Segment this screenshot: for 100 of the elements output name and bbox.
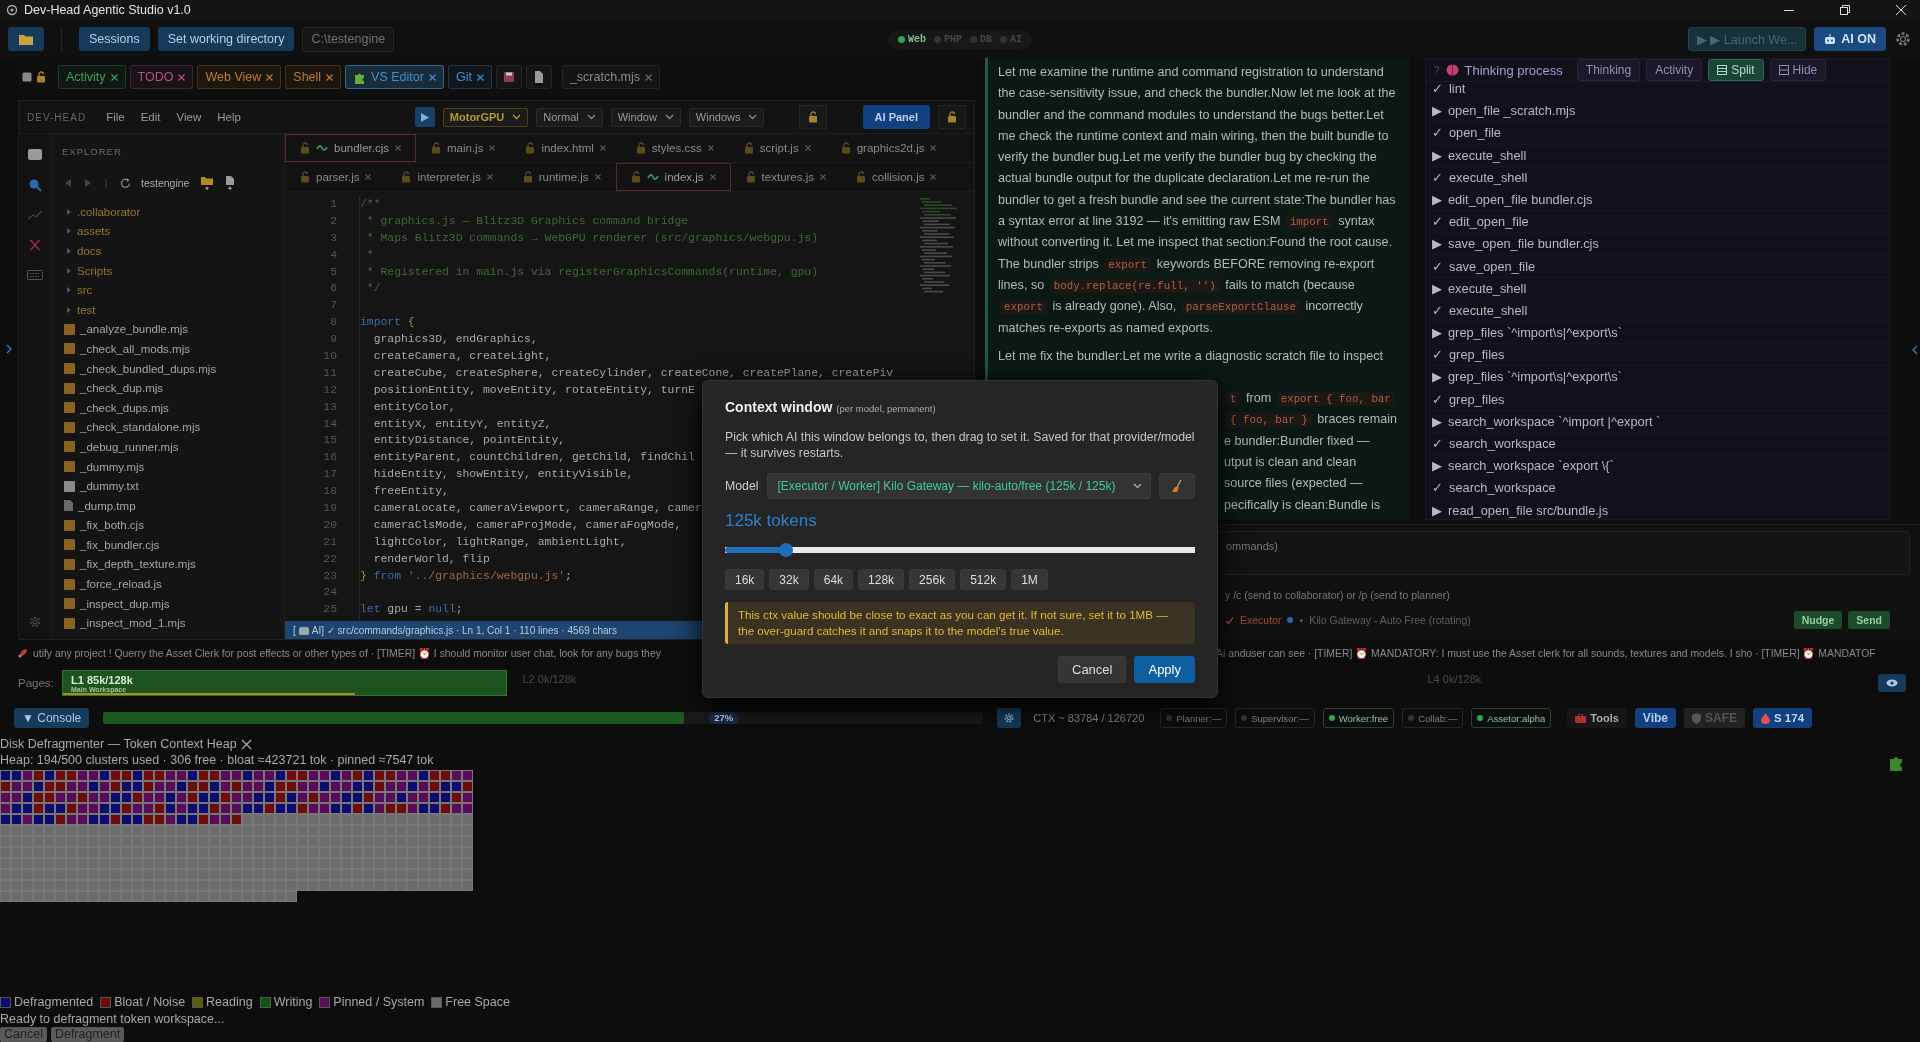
activity-item[interactable]: ✓ search_workspace xyxy=(1432,477,1889,500)
file-tab[interactable]: index.js xyxy=(615,163,731,191)
explorer-folder[interactable]: Scripts xyxy=(52,260,284,281)
panel-tab[interactable]: Git xyxy=(447,65,492,89)
folder-button[interactable] xyxy=(8,27,44,51)
activity-item[interactable]: ▶ execute_shell xyxy=(1432,144,1889,167)
explorer-file[interactable]: _dummy.mjs xyxy=(52,456,284,477)
checkbox[interactable] xyxy=(22,72,32,82)
view-tab[interactable]: Hide xyxy=(1769,59,1827,81)
panel-tab[interactable]: TODO xyxy=(129,65,194,89)
file-tab[interactable]: runtime.js xyxy=(507,163,616,191)
activity-item[interactable]: ✓ execute_shell xyxy=(1432,166,1889,189)
explorer-file[interactable]: _inspect_mod_1.mjs xyxy=(52,613,284,634)
agent-status[interactable]: Assetor:alpha xyxy=(1471,708,1552,728)
cancel-button[interactable]: Cancel xyxy=(1058,656,1127,683)
activity-item[interactable]: ✓ save_open_file xyxy=(1432,255,1889,278)
search-icon[interactable] xyxy=(28,178,42,192)
slider-thumb[interactable] xyxy=(779,543,794,557)
refresh-icon[interactable] xyxy=(120,177,131,189)
collapse-panel-icon[interactable] xyxy=(1912,345,1918,355)
panel-tab[interactable]: Shell xyxy=(285,65,342,89)
explorer-file[interactable]: _check_standalone.mjs xyxy=(52,417,284,438)
activity-item[interactable]: ✓ lint xyxy=(1432,78,1889,101)
file-tab[interactable]: collision.js xyxy=(841,163,952,191)
file-tab[interactable]: parser.js xyxy=(285,163,387,191)
activity-item[interactable]: ✓ grep_files xyxy=(1432,388,1889,411)
view-tab[interactable]: Activity xyxy=(1646,59,1703,81)
menu-item[interactable]: View xyxy=(176,111,202,123)
menu-item[interactable]: File xyxy=(106,111,125,123)
close-icon[interactable] xyxy=(110,73,118,81)
preset-button[interactable]: 512k xyxy=(960,569,1007,590)
sidebar-toggle-icon[interactable] xyxy=(6,344,12,354)
explorer-file[interactable]: _check_all_mods.mjs xyxy=(52,339,284,359)
path-field[interactable]: C:\testengine xyxy=(302,26,395,52)
dna-icon[interactable] xyxy=(28,238,42,252)
dropdown[interactable]: Windows xyxy=(688,107,765,127)
toolbar-button[interactable]: S 174 xyxy=(1753,708,1813,728)
clear-button[interactable] xyxy=(1159,473,1195,499)
explorer-file[interactable]: _analyze_bundle.mjs xyxy=(52,319,284,340)
model-dropdown[interactable]: [Executor / Worker] Kilo Gateway — kilo-auto/free (125k / 125k) xyxy=(766,473,1151,499)
preset-button[interactable]: 128k xyxy=(858,569,905,590)
keyboard-icon[interactable] xyxy=(27,270,43,280)
view-tab[interactable]: Thinking xyxy=(1576,59,1641,81)
explorer-file[interactable]: _inspect_dup.mjs xyxy=(52,593,284,614)
settings-icon[interactable] xyxy=(1003,712,1016,724)
panel-tab[interactable]: Web View xyxy=(197,65,282,89)
settings-button[interactable] xyxy=(997,708,1022,728)
view-tab[interactable]: Split xyxy=(1708,59,1764,81)
explorer-folder[interactable]: test xyxy=(52,299,284,320)
new-folder-icon[interactable] xyxy=(201,176,214,190)
explorer-file[interactable]: _check_bundled_dups.mjs xyxy=(52,358,284,379)
explorer-folder[interactable]: assets xyxy=(52,221,284,242)
dropdown[interactable]: Normal xyxy=(536,107,603,127)
activity-item[interactable]: ▶ open_file _scratch.mjs xyxy=(1432,100,1889,123)
close-icon[interactable] xyxy=(240,738,252,750)
working-directory-button[interactable]: Set working directory xyxy=(157,27,295,51)
dropdown[interactable]: Window xyxy=(610,107,681,127)
sessions-button[interactable]: Sessions xyxy=(79,27,150,51)
restore-icon[interactable] xyxy=(1840,5,1850,15)
preset-button[interactable]: 64k xyxy=(813,569,854,590)
agent-status[interactable]: Planner:— xyxy=(1160,708,1228,728)
lock-button[interactable] xyxy=(938,105,966,129)
dropdown[interactable]: MotorGPU xyxy=(442,107,529,127)
activity-item[interactable]: ▶ read_open_file src/bundle.js xyxy=(1432,499,1889,519)
run-button[interactable] xyxy=(414,107,435,127)
activity-item[interactable]: ▶ grep_files `^import\s|^export\s` xyxy=(1432,366,1889,389)
preset-button[interactable]: 1M xyxy=(1011,569,1048,590)
file-tab[interactable]: script.js xyxy=(728,134,826,162)
view-button[interactable] xyxy=(1878,674,1906,692)
explorer-file[interactable]: _fix_both.cjs xyxy=(52,515,284,536)
panel-tab[interactable]: _scratch.mjs xyxy=(561,65,661,89)
file-tab[interactable]: index.html xyxy=(510,134,621,162)
save-button[interactable] xyxy=(495,65,522,89)
explorer-file[interactable]: _check_dup.mjs xyxy=(52,378,284,398)
explorer-file[interactable]: _debug_runner.mjs xyxy=(52,437,284,457)
activity-item[interactable]: ✓ grep_files xyxy=(1432,344,1889,367)
activity-item[interactable]: ✓ search_workspace xyxy=(1432,433,1889,456)
apply-button[interactable]: Apply xyxy=(1134,656,1195,683)
agent-status[interactable]: Collab:— xyxy=(1402,708,1464,728)
files-icon[interactable] xyxy=(28,148,42,160)
console-toggle-button[interactable]: ▼ Console xyxy=(14,708,90,728)
explorer-file[interactable]: _check_dups.mjs xyxy=(52,397,284,418)
explorer-file[interactable]: _dump.tmp xyxy=(52,495,284,516)
new-file-icon[interactable] xyxy=(225,176,236,190)
activity-item[interactable]: ▶ grep_files `^import\s|^export\s` xyxy=(1432,322,1889,345)
activity-item[interactable]: ▶ search_workspace `export \{` xyxy=(1432,455,1889,478)
document-button[interactable] xyxy=(525,65,552,89)
toolbar-button[interactable]: Tools xyxy=(1567,708,1627,728)
explorer-file[interactable]: _fix_bundler.cjs xyxy=(52,535,284,555)
preset-button[interactable]: 256k xyxy=(909,569,956,590)
ai-toggle-button[interactable]: AI ON xyxy=(1814,27,1886,51)
activity-item[interactable]: ▶ search_workspace `^import |^export ` xyxy=(1432,410,1889,433)
preset-button[interactable]: 16k xyxy=(725,569,765,590)
explorer-folder[interactable]: src xyxy=(52,280,284,300)
activity-item[interactable]: ▶ edit_open_file bundler.cjs xyxy=(1432,188,1889,212)
activity-item[interactable]: ▶ save_open_file bundler.cjs xyxy=(1432,233,1889,256)
activity-item[interactable]: ✓ open_file xyxy=(1432,122,1889,145)
activity-item[interactable]: ✓ execute_shell xyxy=(1432,299,1889,323)
agent-status[interactable]: Supervisor:— xyxy=(1235,708,1315,728)
explorer-file[interactable]: _fix_depth_texture.mjs xyxy=(52,554,284,575)
